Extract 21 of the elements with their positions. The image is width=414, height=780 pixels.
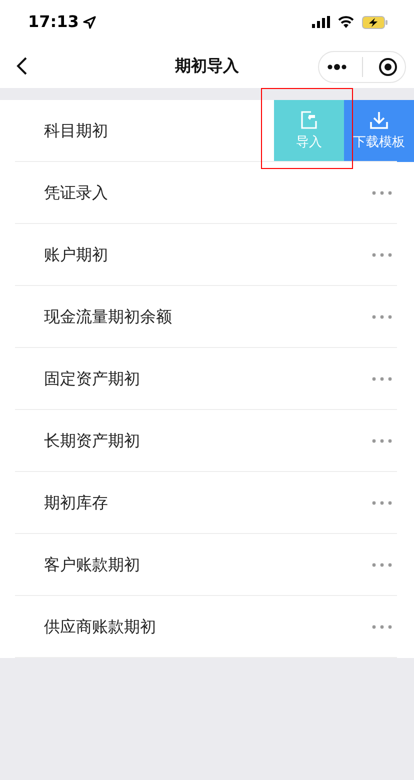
list-item-label[interactable]: 凭证录入 — [44, 181, 108, 205]
import-icon — [299, 110, 319, 130]
list-item-label[interactable]: 期初库存 — [44, 491, 108, 515]
capsule-menu[interactable] — [318, 51, 406, 83]
list-item-label[interactable]: 科目期初 — [44, 119, 108, 143]
more-icon[interactable] — [326, 64, 346, 70]
download-icon — [369, 110, 389, 130]
list-item-label[interactable]: 账户期初 — [44, 243, 108, 267]
list-item-label[interactable]: 供应商账款期初 — [44, 615, 156, 639]
list-item-label[interactable]: 固定资产期初 — [44, 367, 140, 391]
status-time: 17:13 — [28, 11, 79, 33]
list-item-label[interactable]: 客户账款期初 — [44, 553, 140, 577]
close-icon[interactable] — [378, 57, 398, 77]
list-item-label[interactable]: 长期资产期初 — [44, 429, 140, 453]
page-title: 期初导入 — [175, 55, 239, 77]
back-icon[interactable] — [16, 57, 27, 75]
list-item-label[interactable]: 现金流量期初余额 — [44, 305, 172, 329]
battery-icon — [362, 16, 388, 28]
signal-icon — [312, 16, 330, 28]
location-icon — [82, 16, 96, 28]
wifi-icon — [338, 16, 354, 28]
